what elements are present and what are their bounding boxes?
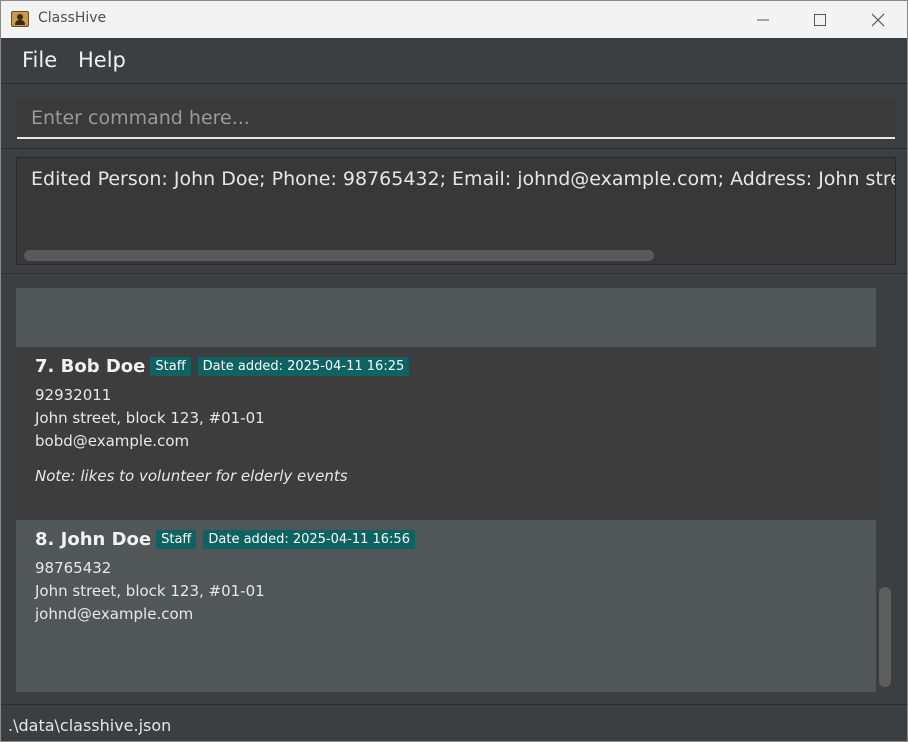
status-bar: .\data\classhive.json xyxy=(1,704,907,741)
person-address: John street, block 123, #01-01 xyxy=(35,582,265,600)
close-button[interactable] xyxy=(849,1,907,38)
address-book-icon xyxy=(11,11,29,27)
title-bar[interactable]: ClassHive xyxy=(1,1,907,38)
person-email: bobd@example.com xyxy=(35,432,190,450)
result-message: Edited Person: John Doe; Phone: 98765432… xyxy=(31,168,895,190)
minimize-icon xyxy=(757,19,769,20)
minimize-button[interactable] xyxy=(734,1,792,38)
person-card-partial[interactable] xyxy=(16,288,876,347)
command-input[interactable] xyxy=(17,98,895,139)
menu-bar: File Help xyxy=(1,38,907,84)
person-list-panel: 7. Bob Doe Staff Date added: 2025-04-11 … xyxy=(1,274,907,704)
person-card-header: 8. John Doe Staff Date added: 2025-04-11… xyxy=(35,529,422,550)
person-address: John street, block 123, #01-01 xyxy=(35,409,265,427)
result-display[interactable]: Edited Person: John Doe; Phone: 98765432… xyxy=(16,157,896,265)
menu-help[interactable]: Help xyxy=(78,48,126,72)
command-box xyxy=(1,84,907,149)
date-added-badge: Date added: 2025-04-11 16:56 xyxy=(203,530,415,549)
person-email: johnd@example.com xyxy=(35,605,194,623)
person-note: Note: likes to volunteer for elderly eve… xyxy=(35,467,348,485)
save-file-path: .\data\classhive.json xyxy=(8,716,172,735)
person-phone: 92932011 xyxy=(35,386,112,404)
date-added-badge: Date added: 2025-04-11 16:25 xyxy=(197,357,410,376)
person-list-vertical-scrollbar[interactable] xyxy=(879,587,891,687)
maximize-icon xyxy=(814,13,826,26)
app-window: ClassHive File Help Edited Person: John … xyxy=(0,0,908,742)
close-icon xyxy=(871,13,885,26)
person-name: 8. John Doe xyxy=(35,529,152,550)
person-name: 7. Bob Doe xyxy=(35,356,146,377)
tag-badge: Staff xyxy=(150,357,191,376)
person-phone: 98765432 xyxy=(35,559,112,577)
result-display-panel: Edited Person: John Doe; Phone: 98765432… xyxy=(1,149,907,274)
tag-badge: Staff xyxy=(156,530,197,549)
person-list[interactable]: 7. Bob Doe Staff Date added: 2025-04-11 … xyxy=(16,288,876,692)
window-title: ClassHive xyxy=(38,10,107,26)
person-card[interactable]: 7. Bob Doe Staff Date added: 2025-04-11 … xyxy=(16,347,876,520)
person-card-header: 7. Bob Doe Staff Date added: 2025-04-11 … xyxy=(35,356,416,377)
result-horizontal-scrollbar[interactable] xyxy=(24,250,654,261)
person-card[interactable]: 8. John Doe Staff Date added: 2025-04-11… xyxy=(16,520,876,692)
maximize-button[interactable] xyxy=(791,1,849,38)
menu-file[interactable]: File xyxy=(22,48,57,72)
